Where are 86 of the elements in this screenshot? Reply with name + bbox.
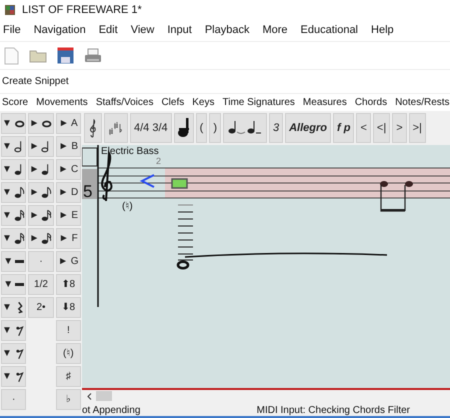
palette-button[interactable]: ♯ (56, 366, 81, 387)
toolbar-button[interactable]: > (392, 113, 407, 143)
palette-button[interactable]: ▼ (1, 274, 26, 295)
status-text: MIDI Input: Checking Chords Filter (256, 404, 410, 418)
palette-button[interactable]: 1/2 (28, 274, 54, 295)
key-signature-icon (108, 120, 124, 136)
palette-button[interactable]: ▼ (1, 228, 26, 249)
palette-button[interactable]: ▼ (1, 320, 26, 341)
palette-button[interactable]: ▼ (1, 205, 26, 226)
toolbar-button[interactable] (174, 113, 194, 143)
menu-item[interactable]: Help (371, 22, 394, 39)
toolbar-button[interactable]: 3 (268, 113, 284, 143)
menu-tab[interactable]: Measures (302, 95, 347, 110)
menu-tab[interactable]: Staffs/Voices (96, 95, 154, 110)
palette-button[interactable]: ▼ (1, 136, 26, 157)
palette-button[interactable]: ▼ (1, 159, 26, 180)
menu-tab[interactable]: Movements (36, 95, 88, 110)
palette-button[interactable]: ► (28, 159, 54, 180)
palette-button[interactable]: · (28, 251, 54, 272)
menu-item[interactable]: Educational (300, 22, 358, 39)
staff-number: 5 (83, 183, 92, 200)
palette-button[interactable]: ▼ (1, 113, 26, 134)
measure-number: 2 (156, 157, 162, 166)
palette-button[interactable]: ► A (56, 113, 81, 134)
toolbar-button[interactable]: >| (408, 113, 426, 143)
menu-tab[interactable]: Clefs (161, 95, 184, 110)
menu-item[interactable]: Input (167, 22, 192, 39)
palette-button[interactable]: ► F (56, 228, 81, 249)
menu-tab[interactable]: Time Signatures (222, 95, 295, 110)
menu-item[interactable]: View (130, 22, 154, 39)
toolbar-button[interactable]: f p (333, 113, 354, 143)
create-snippet-button[interactable]: Create Snippet (2, 74, 69, 89)
toolbar-button[interactable] (222, 113, 267, 143)
app-icon (4, 4, 16, 16)
staff-name: Electric Bass (101, 147, 159, 157)
save-icon (57, 47, 74, 64)
palette-button[interactable]: (♮) (56, 343, 81, 364)
palette-button[interactable]: ⬆8 (56, 274, 81, 295)
palette-button[interactable]: ! (56, 320, 81, 341)
toolbar-button[interactable] (84, 113, 102, 143)
rest-bar-icon (15, 283, 24, 286)
menu-item[interactable]: File (3, 22, 21, 39)
menu-tab[interactable]: Score (2, 95, 28, 110)
palette-button[interactable]: ► D (56, 182, 81, 203)
scrollbar-thumb[interactable] (96, 391, 112, 401)
palette-button[interactable]: ♭ (56, 389, 81, 410)
palette-button[interactable]: ▼ (1, 251, 26, 272)
palette-button[interactable]: ▼ (1, 343, 26, 364)
palette-button[interactable]: ► E (56, 205, 81, 226)
palette-button[interactable]: ► (28, 136, 54, 157)
status-text: ot Appending (82, 404, 140, 418)
menu-tab[interactable]: Notes/Rests (395, 95, 450, 110)
palette-button[interactable]: ► (28, 228, 54, 249)
palette-button[interactable]: ► B (56, 136, 81, 157)
toolbar-button[interactable]: 4/4 3/4 (130, 113, 172, 143)
palette-button[interactable]: ⬇8 (56, 297, 81, 318)
treble-clef-icon (88, 118, 98, 138)
printer-icon (84, 48, 102, 64)
toolbar-button[interactable]: ( (196, 113, 208, 143)
menu-tab[interactable]: Keys (192, 95, 214, 110)
palette-button[interactable]: ▼ (1, 182, 26, 203)
palette-button[interactable]: ▼ (1, 297, 26, 318)
toolbar-button[interactable]: <| (372, 113, 390, 143)
window-title: LIST OF FREEWARE 1* (22, 2, 142, 18)
toolbar-button[interactable]: Allegro (285, 113, 332, 143)
menu-item[interactable]: Playback (204, 22, 250, 39)
menu-item[interactable]: Edit (98, 22, 118, 39)
palette-button[interactable]: ► (28, 182, 54, 203)
palette-button[interactable]: ► (28, 113, 54, 134)
menu-tab[interactable]: Chords (354, 95, 388, 110)
toolbar-button[interactable]: < (356, 113, 371, 143)
palette-button[interactable]: ► G (56, 251, 81, 272)
score-canvas[interactable]: Electric Bass 2 5 (♮) (82, 145, 450, 390)
palette-button[interactable]: ► C (56, 159, 81, 180)
palette-button[interactable]: · (1, 389, 26, 410)
palette-button[interactable]: ► (28, 205, 54, 226)
tied-notes-icon (226, 120, 263, 136)
new-file-icon (4, 46, 19, 64)
menu-item[interactable]: More (262, 22, 288, 39)
toolbar-button[interactable]: ) (209, 113, 221, 143)
palette-button[interactable]: ▼ (1, 366, 26, 387)
folder-icon (29, 48, 47, 62)
rest-bar-icon (15, 260, 24, 263)
palette-button[interactable]: 2• (28, 297, 54, 318)
accidental: (♮) (122, 202, 133, 212)
menu-item[interactable]: Navigation (34, 22, 86, 39)
